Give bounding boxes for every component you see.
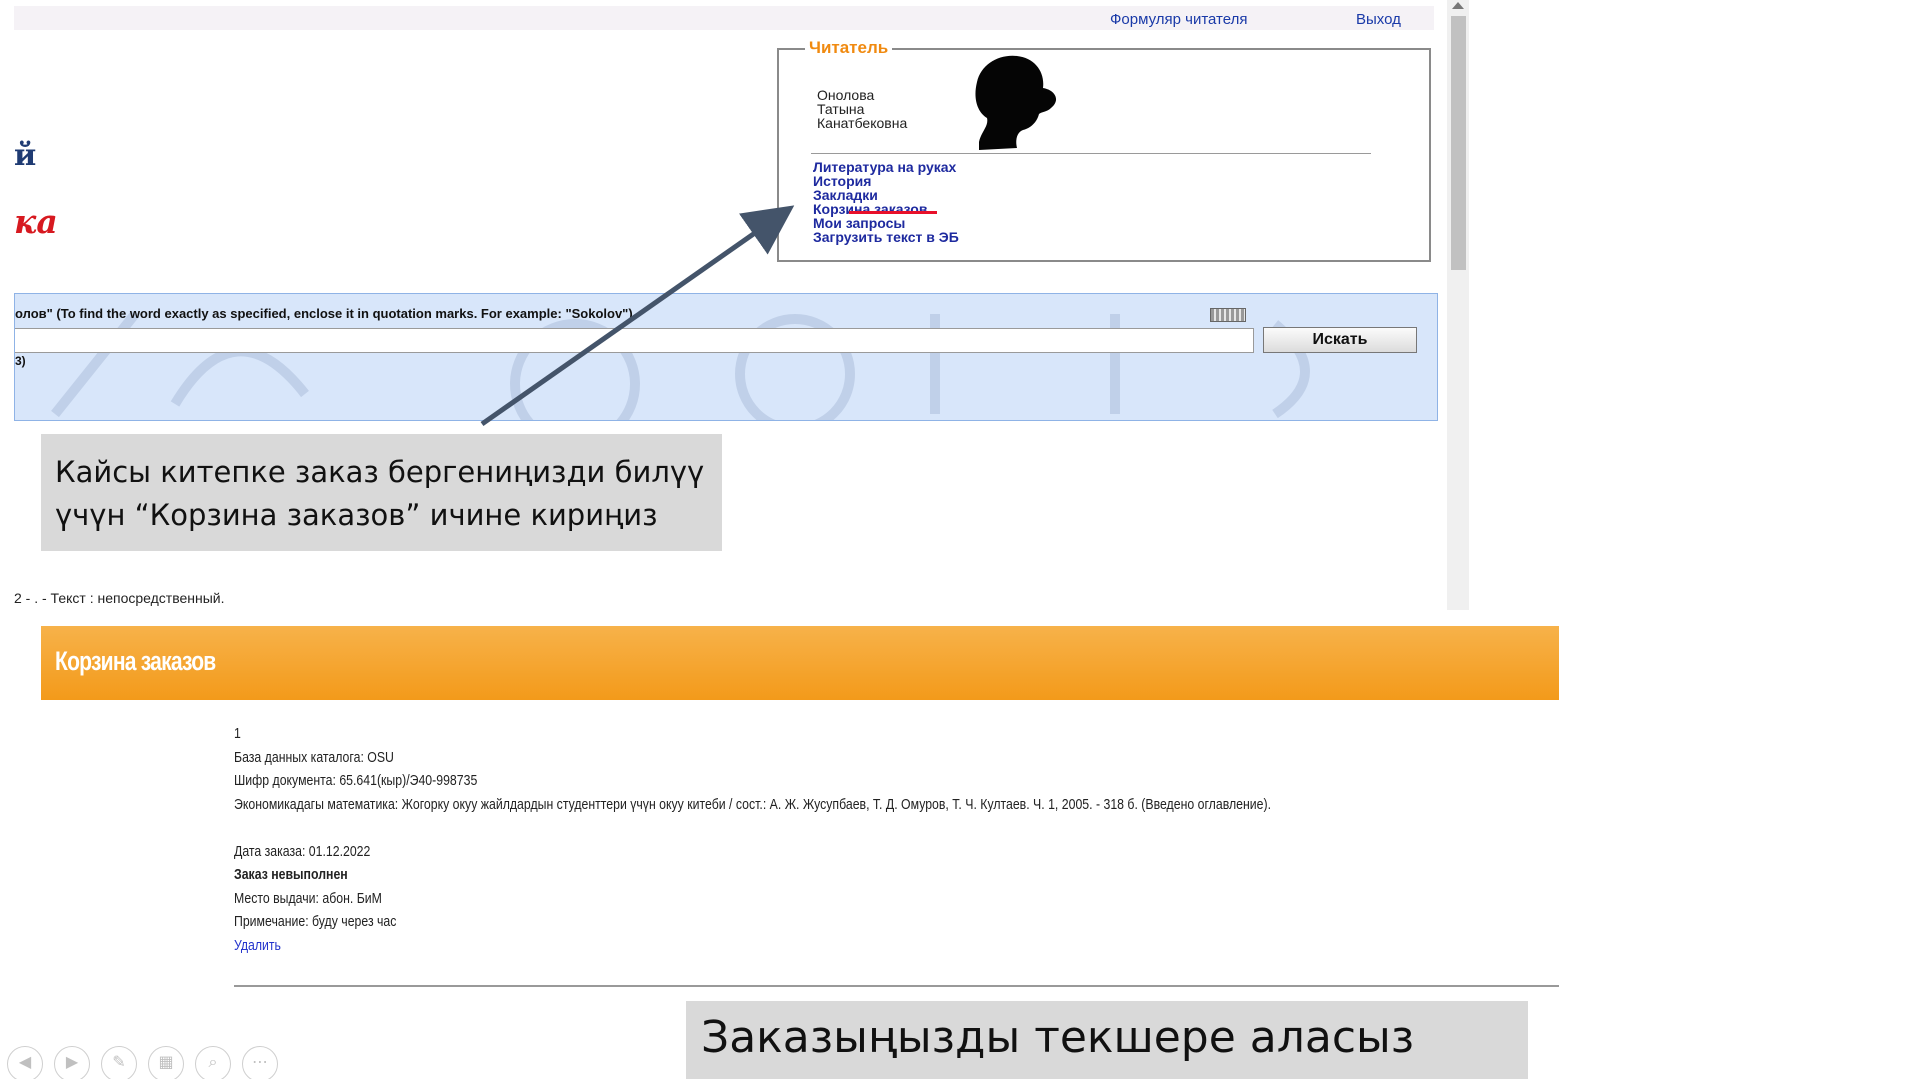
highlight-underline xyxy=(849,211,937,214)
order-note: Примечание: буду через час xyxy=(234,913,397,930)
search-hint-text: олов" (To find the word exactly as speci… xyxy=(15,306,633,321)
menu-link-bookmarks[interactable]: Закладки xyxy=(813,188,959,202)
book-description: Экономикадагы математика: Жогорку окуу ж… xyxy=(234,795,1271,813)
order-date: Дата заказа: 01.12.2022 xyxy=(234,842,371,860)
library-logo-text-line1: й xyxy=(14,138,37,173)
document-code: Шифр документа: 65.641(кыр)/Э40-998735 xyxy=(234,772,478,789)
reader-panel-legend: Читатель xyxy=(805,38,893,58)
reader-avatar-silhouette-icon xyxy=(975,55,1057,150)
order-basket-title: Корзина заказов xyxy=(55,646,216,676)
order-basket-screenshot: Корзина заказов 1 База данных каталога: … xyxy=(41,626,1559,1066)
slides-grid-icon[interactable]: ▦ xyxy=(148,1046,184,1079)
library-logo-text-line2: ка xyxy=(14,202,58,241)
more-options-icon[interactable]: ⋯ xyxy=(242,1046,278,1079)
search-result-snippet: 2 - . - Текст : непосредственный. xyxy=(14,590,225,606)
logout-link[interactable]: Выход xyxy=(1356,11,1401,28)
menu-link-upload-text[interactable]: Загрузить текст в ЭБ xyxy=(813,230,959,244)
instruction-callout-top: Кайсы китепке заказ бергениңизди билүү ү… xyxy=(41,434,722,551)
catalog-database: База данных каталога: OSU xyxy=(234,748,394,766)
menu-link-history[interactable]: История xyxy=(813,174,959,188)
search-hint-secondary: 3) xyxy=(15,354,26,368)
instruction-line-2: үчүн “Корзина заказов” ичине кириңиз xyxy=(55,498,658,532)
delete-order-link[interactable]: Удалить xyxy=(234,937,281,954)
reader-surname: Онолова xyxy=(817,87,875,103)
zoom-icon[interactable]: ⌕ xyxy=(195,1046,231,1079)
search-input[interactable] xyxy=(15,328,1254,353)
instruction-line-1: Кайсы китепке заказ бергениңизди билүү xyxy=(55,455,705,489)
instruction-callout-bottom: Заказыңызды текшере аласыз xyxy=(686,1001,1528,1079)
reader-first-name: Татына xyxy=(817,101,865,117)
previous-icon[interactable]: ◀ xyxy=(7,1046,43,1079)
reader-panel: Читатель Онолова Татына Канатбековна Лит… xyxy=(777,38,1431,262)
scrollbar-thumb[interactable] xyxy=(1451,16,1466,270)
order-entry: 1 База данных каталога: OSU Шифр докумен… xyxy=(234,722,1271,957)
pen-icon[interactable]: ✎ xyxy=(101,1046,137,1079)
next-icon[interactable]: ▶ xyxy=(54,1046,90,1079)
reader-name: Онолова Татына Канатбековна xyxy=(817,88,907,130)
reader-patronymic: Канатбековна xyxy=(817,115,908,131)
reader-panel-divider xyxy=(811,153,1371,154)
menu-link-my-requests[interactable]: Мои запросы xyxy=(813,216,959,230)
order-divider xyxy=(234,985,1559,987)
virtual-keyboard-icon[interactable] xyxy=(1210,308,1246,322)
search-button[interactable]: Искать xyxy=(1263,327,1417,353)
pickup-location: Место выдачи: абон. БиМ xyxy=(234,889,382,907)
order-basket-header: Корзина заказов xyxy=(41,626,1559,700)
vertical-scrollbar[interactable] xyxy=(1447,0,1469,610)
reader-form-link[interactable]: Формуляр читателя xyxy=(1110,11,1247,28)
order-status: Заказ невыполнен xyxy=(234,866,348,883)
search-panel: олов" (To find the word exactly as speci… xyxy=(14,293,1438,421)
order-number: 1 xyxy=(234,725,241,742)
scroll-up-arrow-icon[interactable] xyxy=(1452,2,1464,9)
reader-menu: Литература на руках История Закладки Кор… xyxy=(813,160,959,244)
menu-link-books-on-hand[interactable]: Литература на руках xyxy=(813,160,959,174)
